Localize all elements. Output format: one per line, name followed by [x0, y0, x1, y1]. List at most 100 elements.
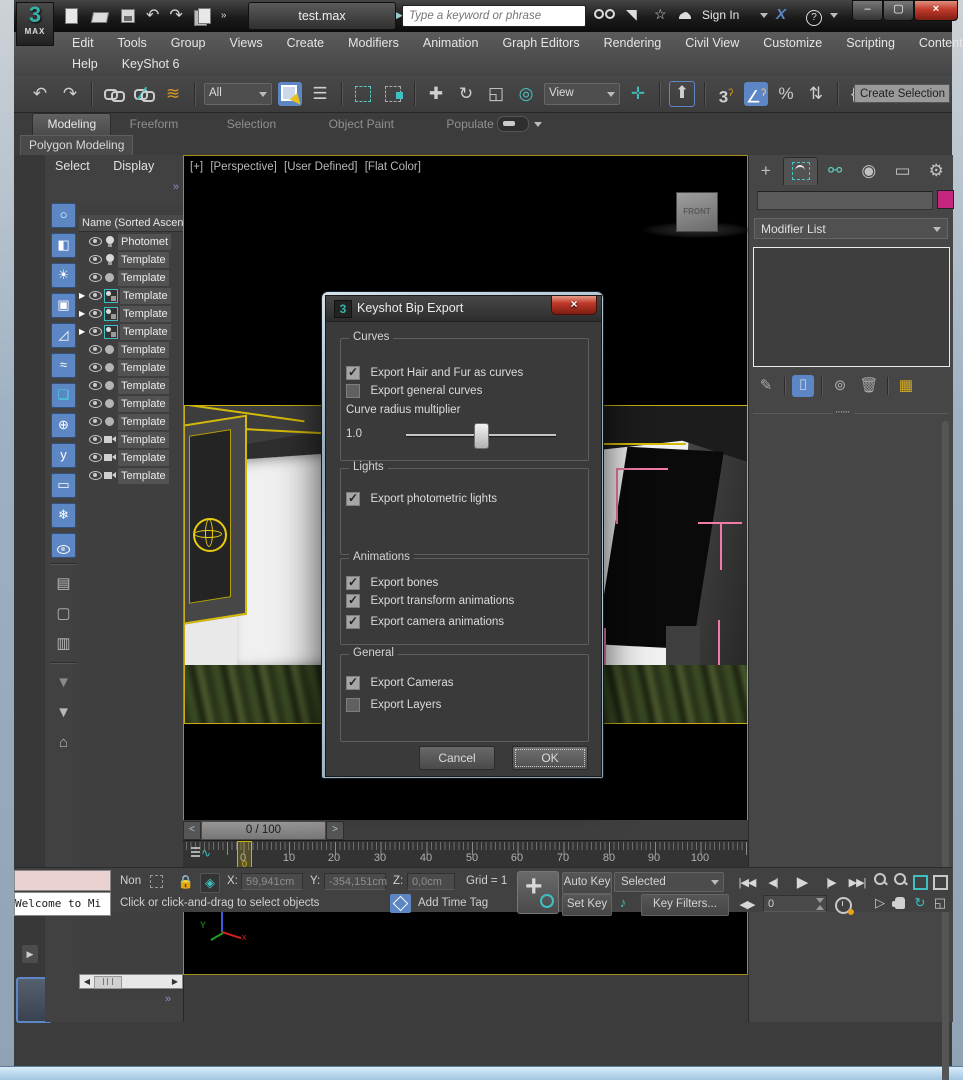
- polygon-modeling-panel-tab[interactable]: Polygon Modeling: [20, 135, 133, 155]
- visibility-eye-icon[interactable]: [89, 363, 102, 372]
- search-icon[interactable]: [594, 6, 615, 22]
- collection-basket-icon[interactable]: ⌂: [51, 731, 76, 756]
- current-frame-marker[interactable]: 0: [237, 841, 252, 869]
- auto-key-button[interactable]: Auto Key: [562, 872, 612, 894]
- field-of-view-icon[interactable]: ▷: [871, 894, 889, 912]
- object-name-field[interactable]: [757, 191, 933, 210]
- search-box[interactable]: [402, 5, 586, 27]
- select-scale-icon[interactable]: ◱: [484, 82, 508, 106]
- maximize-viewport-toggle-icon[interactable]: ◱: [931, 894, 949, 912]
- menu-modifiers[interactable]: Modifiers: [336, 32, 411, 54]
- modifier-stack[interactable]: [753, 247, 950, 367]
- go-to-start-icon[interactable]: |◀◀: [735, 873, 759, 893]
- angle-snap-icon[interactable]: ∠ʔ: [744, 82, 768, 106]
- explorer-horizontal-scrollbar[interactable]: ◀ ▶: [79, 974, 183, 989]
- zoom-icon[interactable]: [871, 872, 889, 890]
- photometric-light-gizmo[interactable]: [193, 518, 227, 552]
- communication-center-icon[interactable]: ◥: [626, 6, 637, 23]
- redo-scene-icon[interactable]: ↷: [58, 82, 82, 106]
- next-frame-icon[interactable]: |▶: [820, 873, 842, 893]
- menu-group[interactable]: Group: [159, 32, 218, 54]
- user-icon[interactable]: [682, 6, 691, 22]
- menu-keyshot[interactable]: KeyShot 6: [110, 53, 192, 75]
- search-input[interactable]: [407, 7, 583, 25]
- menu-create[interactable]: Create: [275, 32, 337, 54]
- key-filters-button[interactable]: Key Filters...: [641, 894, 729, 916]
- use-pivot-center-icon[interactable]: ✛: [626, 82, 650, 106]
- z-coordinate-field[interactable]: 0,0cm: [407, 873, 455, 890]
- front-box-object[interactable]: FRONT: [676, 192, 718, 232]
- display-helpers-filter-button[interactable]: ◿: [51, 323, 76, 348]
- display-tab-icon[interactable]: ▭: [886, 157, 920, 185]
- select-by-name-icon[interactable]: ☰: [308, 82, 332, 106]
- display-cameras-filter-button[interactable]: ▣: [51, 293, 76, 318]
- cancel-button[interactable]: Cancel: [419, 746, 495, 770]
- display-spacewarps-filter-button[interactable]: ≈: [51, 353, 76, 378]
- scene-node-label[interactable]: Template: [120, 324, 171, 340]
- modify-tab-icon[interactable]: [783, 157, 819, 185]
- document-title[interactable]: test.max: [248, 2, 396, 30]
- scene-node-label[interactable]: Template: [118, 414, 169, 430]
- go-to-end-icon[interactable]: ▶▶|: [845, 873, 869, 893]
- export-photometric-lights-checkbox[interactable]: [346, 492, 360, 506]
- scene-node-label[interactable]: Template: [118, 360, 169, 376]
- visibility-eye-icon[interactable]: [89, 435, 102, 444]
- unlink-selection-icon[interactable]: [131, 82, 155, 106]
- modifier-list-dropdown[interactable]: Modifier List: [754, 218, 948, 239]
- x-coordinate-field[interactable]: 59,941cm: [241, 873, 303, 890]
- detail-view-button[interactable]: ▥: [51, 632, 76, 657]
- visibility-eye-icon[interactable]: [89, 381, 102, 390]
- make-unique-icon[interactable]: ⊚: [829, 375, 851, 397]
- slider-handle[interactable]: [474, 423, 489, 449]
- display-bones-filter-button[interactable]: y: [51, 443, 76, 468]
- reference-coordinate-dropdown[interactable]: View: [544, 83, 620, 105]
- panel-divider[interactable]: [753, 413, 948, 414]
- add-time-tag-label[interactable]: Add Time Tag: [418, 897, 488, 909]
- expand-arrow-icon[interactable]: ▶: [79, 309, 87, 318]
- filter-funnel-icon[interactable]: ▼: [51, 701, 76, 726]
- sign-in-caret-icon[interactable]: [760, 13, 768, 18]
- select-link-icon[interactable]: [101, 82, 125, 106]
- export-cameras-checkbox[interactable]: [346, 676, 360, 690]
- named-selection-set-field[interactable]: Create Selection: [854, 84, 950, 103]
- pin-stack-icon[interactable]: ✎: [755, 375, 777, 397]
- menu-scripting[interactable]: Scripting: [834, 32, 907, 54]
- ribbon-tab-modeling[interactable]: Modeling: [32, 113, 111, 135]
- open-file-icon[interactable]: [90, 8, 108, 24]
- play-animation-icon[interactable]: ▶: [787, 873, 817, 893]
- selection-set-dropdown[interactable]: Selected: [614, 872, 724, 892]
- viewport-menu-pov[interactable]: [Perspective]: [210, 161, 276, 173]
- visibility-eye-icon[interactable]: [89, 345, 102, 354]
- display-frozen-filter-button[interactable]: ❄: [51, 503, 76, 528]
- help-caret-icon[interactable]: [830, 13, 838, 18]
- ribbon-minimize-toggle[interactable]: [497, 116, 529, 132]
- selection-lock-region-icon[interactable]: [147, 873, 165, 891]
- visibility-eye-icon[interactable]: [89, 471, 102, 480]
- selection-filter-dropdown[interactable]: All: [204, 83, 272, 105]
- y-coordinate-field[interactable]: -354,151cm: [324, 873, 386, 890]
- select-object-button[interactable]: [278, 82, 302, 106]
- show-end-result-icon[interactable]: ⌷: [792, 375, 814, 397]
- sign-in-link[interactable]: Sign In: [702, 8, 739, 22]
- expand-arrow-icon[interactable]: ▶: [79, 291, 87, 300]
- scene-node-label[interactable]: Template: [118, 468, 169, 484]
- scroll-right-icon[interactable]: ▶: [169, 976, 181, 987]
- visibility-eye-icon[interactable]: [89, 417, 102, 426]
- time-configuration-icon[interactable]: [834, 895, 852, 913]
- default-in-out-tangents-icon[interactable]: ♪: [614, 894, 632, 912]
- track-bar[interactable]: 0 10 20 30 40 50 60 70 80 90 100 0 ∿: [183, 840, 748, 868]
- absolute-offset-toggle-icon[interactable]: ◈: [200, 873, 220, 893]
- list-view-button[interactable]: ▤: [51, 572, 76, 597]
- zoom-all-icon[interactable]: [891, 872, 909, 890]
- viewport-menu-general[interactable]: [+]: [190, 161, 203, 173]
- project-folder-icon[interactable]: [193, 8, 211, 24]
- explorer-overflow-chevron[interactable]: »: [173, 181, 179, 193]
- export-hair-fur-checkbox[interactable]: [346, 366, 360, 380]
- expand-dock-arrow[interactable]: ▶: [22, 945, 38, 963]
- display-containers-filter-button[interactable]: ⊕: [51, 413, 76, 438]
- display-groups-filter-button[interactable]: ▭: [51, 473, 76, 498]
- scene-node-label[interactable]: Template: [118, 252, 169, 268]
- export-layers-checkbox[interactable]: [346, 698, 360, 712]
- close-button[interactable]: ×: [914, 0, 958, 21]
- display-hidden-filter-button[interactable]: [51, 533, 76, 558]
